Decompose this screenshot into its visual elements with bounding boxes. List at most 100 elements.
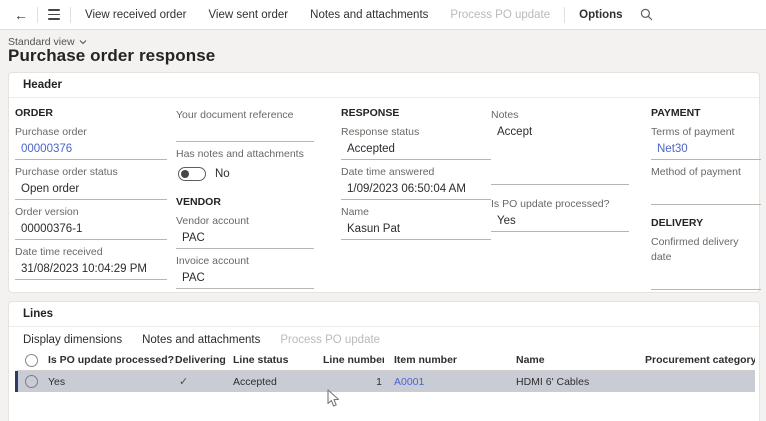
terms-of-payment-field: Terms of payment Net30 bbox=[651, 122, 761, 160]
toolbar-divider bbox=[564, 7, 565, 23]
col-header-name[interactable]: Name bbox=[508, 354, 638, 366]
vendor-account-value: PAC bbox=[176, 229, 314, 249]
date-time-received-field: Date time received 31/08/2023 10:04:29 P… bbox=[15, 242, 167, 280]
lines-notes-and-attachments-button[interactable]: Notes and attachments bbox=[142, 334, 260, 346]
date-time-received-value: 31/08/2023 10:04:29 PM bbox=[15, 260, 167, 280]
notes-and-attachments-button[interactable]: Notes and attachments bbox=[299, 1, 439, 29]
method-of-payment-field: Method of payment bbox=[651, 162, 761, 205]
response-status-value: Accepted bbox=[341, 140, 491, 160]
date-time-answered-label: Date time answered bbox=[341, 162, 491, 180]
hamburger-icon bbox=[48, 9, 60, 19]
command-bar: ← View received order View sent order No… bbox=[0, 0, 766, 30]
terms-of-payment-label: Terms of payment bbox=[651, 122, 761, 140]
terms-of-payment-value[interactable]: Net30 bbox=[651, 140, 761, 160]
method-of-payment-input[interactable] bbox=[651, 186, 761, 205]
col-header-item-number[interactable]: Item number bbox=[384, 354, 508, 366]
toolbar-divider bbox=[37, 7, 38, 23]
vendor-account-field: Vendor account PAC bbox=[176, 211, 314, 249]
lines-process-po-update-button: Process PO update bbox=[280, 334, 380, 346]
response-group-title: RESPONSE bbox=[341, 107, 491, 119]
order-version-value: 00000376-1 bbox=[15, 220, 167, 240]
purchase-order-status-value: Open order bbox=[15, 180, 167, 200]
header-section-title[interactable]: Header bbox=[9, 73, 759, 98]
order-version-label: Order version bbox=[15, 202, 167, 220]
header-section: Header ORDER Purchase order 00000376 Pur… bbox=[8, 72, 760, 293]
cell-line-status: Accepted bbox=[233, 376, 323, 388]
purchase-order-value[interactable]: 00000376 bbox=[15, 140, 167, 160]
response-group: RESPONSE Response status Accepted Date t… bbox=[341, 98, 491, 242]
response-status-label: Response status bbox=[341, 122, 491, 140]
invoice-account-field: Invoice account PAC bbox=[176, 251, 314, 289]
header-form: ORDER Purchase order 00000376 Purchase o… bbox=[9, 98, 759, 292]
toggle-knob-icon bbox=[181, 170, 189, 178]
cell-item-number[interactable]: A0001 bbox=[384, 376, 508, 388]
view-received-order-button[interactable]: View received order bbox=[74, 1, 197, 29]
notes-column: Notes Accept Is PO update processed? Yes bbox=[491, 98, 629, 234]
name-value: Kasun Pat bbox=[341, 220, 491, 240]
is-po-update-processed-label: Is PO update processed? bbox=[491, 194, 629, 212]
confirmed-delivery-date-input[interactable] bbox=[651, 271, 761, 290]
notes-label: Notes bbox=[491, 105, 629, 123]
payment-group-title: PAYMENT bbox=[651, 107, 761, 119]
payment-delivery-column: PAYMENT Terms of payment Net30 Method of… bbox=[651, 98, 761, 292]
purchase-order-status-field: Purchase order status Open order bbox=[15, 162, 167, 200]
chevron-down-icon bbox=[79, 39, 87, 45]
purchase-order-status-label: Purchase order status bbox=[15, 162, 167, 180]
cell-line-number: 1 bbox=[323, 376, 384, 388]
back-arrow-icon: ← bbox=[14, 7, 28, 23]
invoice-account-label: Invoice account bbox=[176, 251, 314, 269]
order-group: ORDER Purchase order 00000376 Purchase o… bbox=[15, 98, 167, 282]
table-row[interactable]: Yes ✓ Accepted 1 A0001 HDMI 6' Cables bbox=[15, 371, 755, 392]
lines-section-title[interactable]: Lines bbox=[9, 302, 759, 327]
grid-header-row: Is PO update processed? Delivering Line … bbox=[15, 350, 755, 371]
col-header-is-po-update-processed[interactable]: Is PO update processed? bbox=[48, 354, 175, 366]
search-icon bbox=[640, 8, 653, 21]
row-select-radio[interactable] bbox=[25, 375, 38, 388]
invoice-account-value: PAC bbox=[176, 269, 314, 289]
search-button[interactable] bbox=[634, 4, 660, 26]
page-title: Purchase order response bbox=[8, 46, 215, 66]
date-time-received-label: Date time received bbox=[15, 242, 167, 260]
delivering-checkmark-icon: ✓ bbox=[175, 375, 233, 388]
date-time-answered-field: Date time answered 1/09/2023 06:50:04 AM bbox=[341, 162, 491, 200]
cell-name: HDMI 6' Cables bbox=[508, 376, 638, 388]
col-header-procurement-category[interactable]: Procurement category bbox=[638, 354, 755, 366]
has-notes-toggle-state: No bbox=[215, 168, 230, 180]
display-dimensions-button[interactable]: Display dimensions bbox=[23, 334, 122, 346]
lines-toolbar: Display dimensions Notes and attachments… bbox=[9, 329, 759, 350]
cell-is-po-update-processed: Yes bbox=[48, 376, 175, 388]
your-document-reference-input[interactable] bbox=[176, 123, 314, 142]
purchase-order-field: Purchase order 00000376 bbox=[15, 122, 167, 160]
notes-input[interactable]: Accept bbox=[491, 123, 629, 185]
is-po-update-processed-field: Is PO update processed? Yes bbox=[491, 194, 629, 232]
col-header-line-number[interactable]: Line number↑ bbox=[323, 354, 384, 366]
col-header-line-status[interactable]: Line status bbox=[233, 354, 323, 366]
method-of-payment-label: Method of payment bbox=[651, 162, 761, 180]
order-version-field: Order version 00000376-1 bbox=[15, 202, 167, 240]
purchase-order-response-screen: ← View received order View sent order No… bbox=[0, 0, 766, 415]
your-document-reference-label: Your document reference bbox=[176, 105, 314, 123]
has-notes-and-attachments-label: Has notes and attachments bbox=[176, 144, 314, 162]
select-all-radio[interactable] bbox=[25, 354, 38, 367]
has-notes-toggle[interactable] bbox=[178, 167, 206, 181]
mouse-cursor bbox=[327, 389, 340, 408]
has-notes-and-attachments-field: Has notes and attachments No bbox=[176, 144, 314, 184]
vendor-account-label: Vendor account bbox=[176, 211, 314, 229]
view-sent-order-button[interactable]: View sent order bbox=[197, 1, 299, 29]
response-status-field: Response status Accepted bbox=[341, 122, 491, 160]
purchase-order-label: Purchase order bbox=[15, 122, 167, 140]
your-document-reference-field: Your document reference bbox=[176, 105, 314, 142]
options-button[interactable]: Options bbox=[568, 1, 633, 29]
order-group-title: ORDER bbox=[15, 107, 167, 119]
vendor-group-title: VENDOR bbox=[176, 196, 314, 208]
lines-section: Lines Display dimensions Notes and attac… bbox=[8, 301, 760, 421]
document-vendor-column: Your document reference Has notes and at… bbox=[176, 98, 314, 291]
name-field: Name Kasun Pat bbox=[341, 202, 491, 240]
confirmed-delivery-date-field: Confirmed delivery date bbox=[651, 232, 761, 290]
name-label: Name bbox=[341, 202, 491, 220]
toolbar-divider bbox=[70, 7, 71, 23]
expand-command-bar-button[interactable] bbox=[41, 4, 67, 26]
is-po-update-processed-value: Yes bbox=[491, 212, 629, 232]
back-button[interactable]: ← bbox=[8, 4, 34, 26]
col-header-delivering[interactable]: Delivering bbox=[175, 354, 233, 366]
